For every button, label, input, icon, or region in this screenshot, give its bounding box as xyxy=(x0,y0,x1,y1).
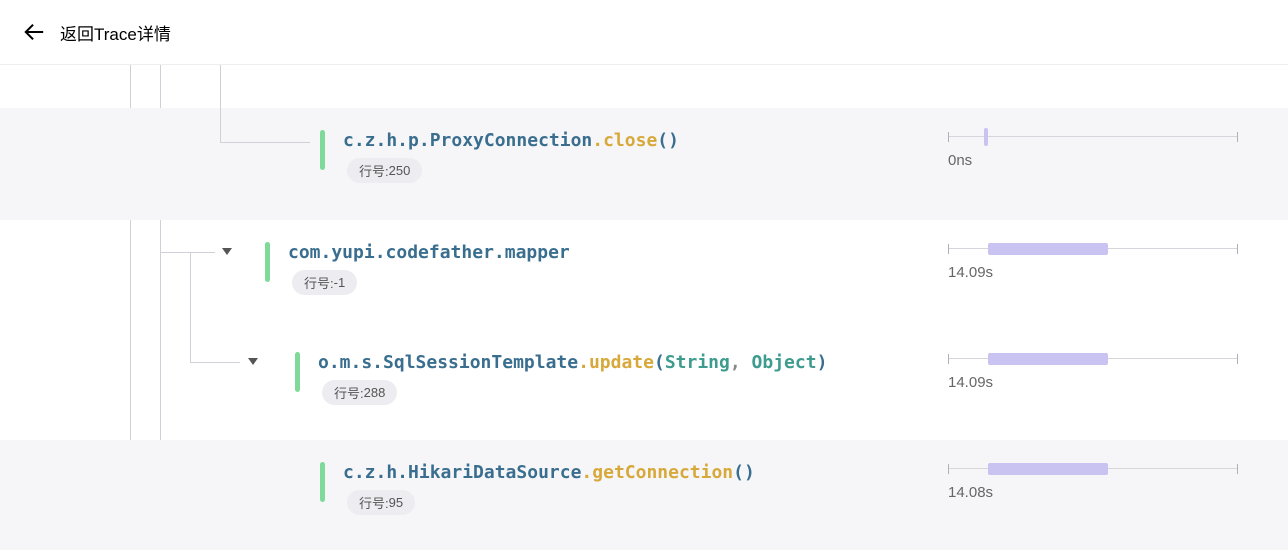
tree-connector xyxy=(220,142,310,143)
line-number-badge: 行号: 288 xyxy=(322,380,397,405)
span-signature: c.z.h.p.ProxyConnection.close() xyxy=(343,130,679,151)
line-number-badge: 行号: 95 xyxy=(347,490,415,515)
duration-bar xyxy=(988,243,1108,255)
duration-bar xyxy=(988,353,1108,365)
span-row[interactable]: o.m.s.SqlSessionTemplate.update(String, … xyxy=(0,330,1288,440)
duration-label: 0ns xyxy=(948,152,1238,169)
span-signature: o.m.s.SqlSessionTemplate.update(String, … xyxy=(318,352,827,373)
duration-bar xyxy=(988,463,1108,475)
span-row[interactable]: com.yupi.codefather.mapper 行号: -1 14.09s xyxy=(0,220,1288,330)
timing-cell: 14.09s xyxy=(948,352,1238,391)
span-color-mark xyxy=(320,462,325,502)
span-row[interactable]: c.z.h.HikariDataSource.getConnection() 行… xyxy=(0,440,1288,550)
back-arrow-icon[interactable] xyxy=(20,18,48,46)
duration-marker xyxy=(984,128,988,146)
expand-toggle-icon[interactable] xyxy=(222,248,232,255)
page-title[interactable]: 返回Trace详情 xyxy=(60,20,171,45)
header: 返回Trace详情 xyxy=(0,0,1288,65)
tree-connector xyxy=(190,362,240,363)
span-row[interactable]: c.z.h.p.ProxyConnection.close() 行号: 250 … xyxy=(0,108,1288,220)
line-number-badge: 行号: -1 xyxy=(292,270,357,295)
span-signature: com.yupi.codefather.mapper xyxy=(288,242,570,263)
span-color-mark xyxy=(265,242,270,282)
timing-cell: 14.08s xyxy=(948,462,1238,501)
tree-connector xyxy=(220,65,221,143)
span-color-mark xyxy=(320,130,325,170)
span-color-mark xyxy=(295,352,300,392)
trace-body: c.z.h.p.ProxyConnection.close() 行号: 250 … xyxy=(0,65,1288,550)
span-signature: c.z.h.HikariDataSource.getConnection() xyxy=(343,462,755,483)
duration-label: 14.09s xyxy=(948,374,1238,391)
duration-label: 14.08s xyxy=(948,484,1238,501)
duration-label: 14.09s xyxy=(948,264,1238,281)
expand-toggle-icon[interactable] xyxy=(248,358,258,365)
line-number-badge: 行号: 250 xyxy=(347,158,422,183)
timing-cell: 14.09s xyxy=(948,242,1238,281)
tree-connector xyxy=(160,252,215,253)
timing-cell: 0ns xyxy=(948,130,1238,169)
